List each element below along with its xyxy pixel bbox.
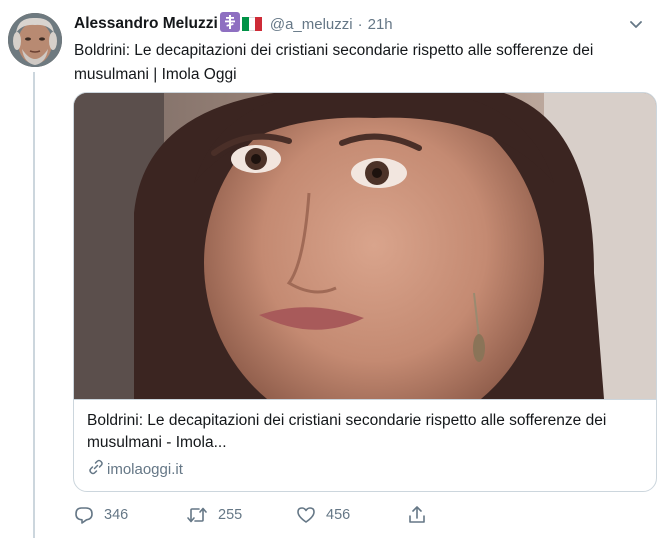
card-title: Boldrini: Le decapitazioni dei cristiani… [87, 412, 607, 451]
link-card[interactable]: Boldrini: Le decapitazioni dei cristiani… [73, 92, 657, 492]
tweet-actions: 346 255 456 [74, 503, 654, 527]
card-domain-row: imolaoggi.it [87, 458, 645, 480]
reply-icon[interactable] [74, 505, 94, 525]
tweet-text: Boldrini: Le decapitazioni dei cristiani… [74, 42, 594, 83]
separator-dot: · [357, 15, 363, 33]
more-chevron-icon[interactable] [626, 14, 646, 34]
retweet-icon[interactable] [186, 505, 208, 525]
link-icon [87, 458, 105, 480]
author-handle[interactable]: @a_meluzzi [270, 16, 353, 33]
share-icon[interactable] [407, 505, 427, 525]
reply-button[interactable]: 346 [74, 503, 128, 527]
reply-count: 346 [104, 507, 129, 523]
thread-line [33, 72, 35, 538]
author-name[interactable]: Alessandro Meluzzi [74, 15, 218, 33]
timestamp[interactable]: 21h [368, 16, 393, 33]
avatar[interactable] [8, 13, 62, 67]
retweet-button[interactable]: 255 [186, 503, 242, 527]
share-button[interactable] [407, 503, 427, 527]
cross-badge-icon [219, 11, 240, 37]
italy-flag-icon [241, 17, 262, 31]
card-body[interactable]: Boldrini: Le decapitazioni dei cristiani… [74, 399, 656, 491]
card-image[interactable] [74, 93, 656, 399]
like-count: 456 [326, 507, 351, 523]
retweet-count: 255 [218, 507, 243, 523]
like-icon[interactable] [296, 505, 316, 525]
card-domain: imolaoggi.it [107, 460, 183, 478]
like-button[interactable]: 456 [296, 503, 350, 527]
tweet[interactable]: Alessandro Meluzzi @a_meluzzi · 21h Bold… [0, 0, 664, 538]
tweet-header: Alessandro Meluzzi @a_meluzzi · 21h [74, 11, 393, 37]
